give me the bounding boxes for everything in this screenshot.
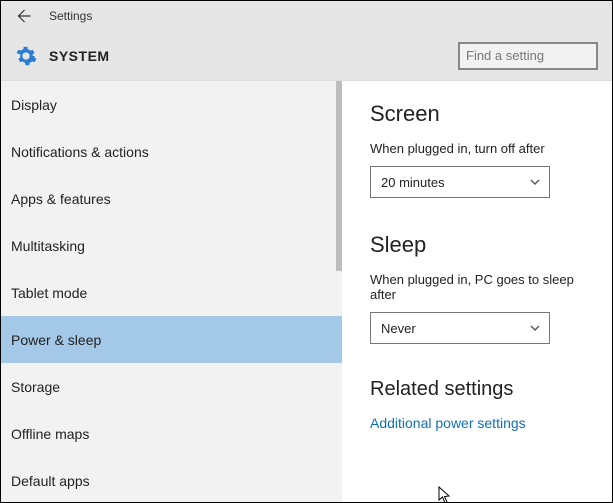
main-panel: Screen When plugged in, turn off after 2… xyxy=(342,81,612,502)
page-title: SYSTEM xyxy=(49,48,110,64)
sidebar-item-tablet[interactable]: Tablet mode xyxy=(1,269,342,316)
window-title: Settings xyxy=(49,9,92,23)
sidebar-item-label: Storage xyxy=(11,379,60,395)
cursor-icon xyxy=(438,486,454,502)
sidebar-item-default-apps[interactable]: Default apps xyxy=(1,457,342,502)
chevron-down-icon xyxy=(529,176,541,188)
sidebar-item-label: Power & sleep xyxy=(11,332,101,348)
gear-icon xyxy=(15,45,37,67)
sleep-heading: Sleep xyxy=(370,232,588,258)
sidebar-item-apps[interactable]: Apps & features xyxy=(1,175,342,222)
screen-plugged-label: When plugged in, turn off after xyxy=(370,141,588,156)
header: SYSTEM Find a setting xyxy=(1,31,612,81)
sidebar-item-label: Notifications & actions xyxy=(11,144,149,160)
sidebar-item-display[interactable]: Display xyxy=(1,81,342,128)
sidebar-item-label: Display xyxy=(11,97,57,113)
chevron-down-icon xyxy=(529,322,541,334)
header-left: SYSTEM xyxy=(15,45,110,67)
screen-timeout-dropdown[interactable]: 20 minutes xyxy=(370,166,550,198)
back-button[interactable] xyxy=(11,4,35,28)
sleep-timeout-value: Never xyxy=(381,321,416,336)
screen-timeout-value: 20 minutes xyxy=(381,175,445,190)
screen-heading: Screen xyxy=(370,101,588,127)
additional-power-link[interactable]: Additional power settings xyxy=(370,415,588,431)
sidebar-item-label: Offline maps xyxy=(11,426,89,442)
back-arrow-icon xyxy=(14,7,32,25)
sidebar-item-offline-maps[interactable]: Offline maps xyxy=(1,410,342,457)
sleep-plugged-label: When plugged in, PC goes to sleep after xyxy=(370,272,588,302)
sidebar-item-label: Multitasking xyxy=(11,238,85,254)
search-placeholder: Find a setting xyxy=(466,48,544,63)
sidebar-item-notifications[interactable]: Notifications & actions xyxy=(1,128,342,175)
sidebar-item-label: Default apps xyxy=(11,473,90,489)
sidebar-item-label: Tablet mode xyxy=(11,285,87,301)
sidebar-item-storage[interactable]: Storage xyxy=(1,363,342,410)
titlebar: Settings xyxy=(1,1,612,31)
sidebar: Display Notifications & actions Apps & f… xyxy=(1,81,342,502)
related-heading: Related settings xyxy=(370,378,588,401)
sidebar-item-multitasking[interactable]: Multitasking xyxy=(1,222,342,269)
search-input[interactable]: Find a setting xyxy=(458,42,598,70)
sidebar-item-power-sleep[interactable]: Power & sleep xyxy=(1,316,342,363)
sleep-timeout-dropdown[interactable]: Never xyxy=(370,312,550,344)
sidebar-item-label: Apps & features xyxy=(11,191,111,207)
content: Display Notifications & actions Apps & f… xyxy=(1,81,612,502)
